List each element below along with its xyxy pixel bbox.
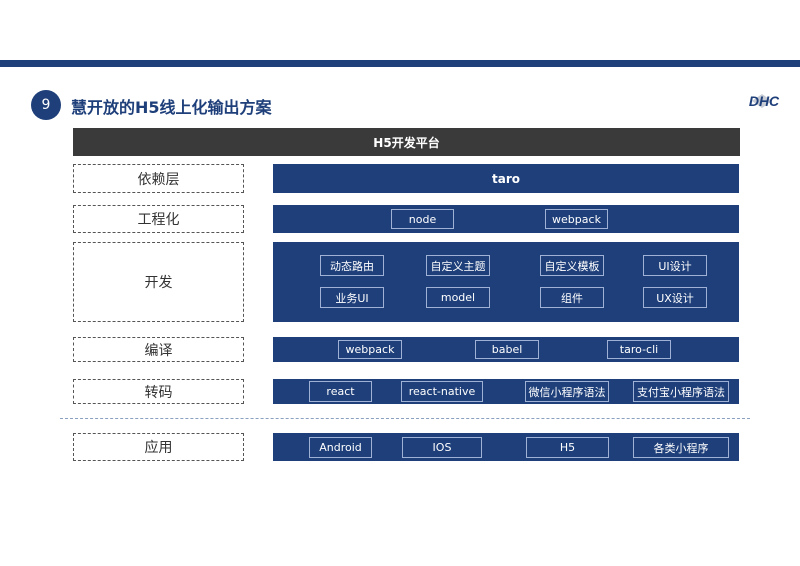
layer-panel-engineering <box>273 205 739 233</box>
chip-component: 组件 <box>540 287 604 308</box>
chip-custom-template: 自定义模板 <box>540 255 604 276</box>
section-number-badge: 9 <box>31 90 61 120</box>
dependency-main-label: taro <box>492 171 520 186</box>
chip-react: react <box>309 381 372 402</box>
chip-react-native: react-native <box>401 381 483 402</box>
logo-text: DHC <box>749 93 780 109</box>
chip-dynamic-routing: 动态路由 <box>320 255 384 276</box>
layer-label-development: 开发 <box>73 242 244 322</box>
chip-model: model <box>426 287 490 308</box>
chip-webpack: webpack <box>545 209 608 229</box>
section-divider <box>60 418 750 419</box>
chip-business-ui: 业务UI <box>320 287 384 308</box>
chip-ios: IOS <box>402 437 482 458</box>
layer-label-dependency: 依赖层 <box>73 164 244 193</box>
chip-taro-cli: taro-cli <box>607 340 671 359</box>
layer-panel-development <box>273 242 739 322</box>
dhc-logo: DHC <box>742 92 786 110</box>
layer-label-compile: 编译 <box>73 337 244 362</box>
platform-label: H5开发平台 <box>373 135 440 150</box>
chip-mini-programs: 各类小程序 <box>633 437 729 458</box>
chip-h5: H5 <box>526 437 609 458</box>
section-number: 9 <box>41 97 51 113</box>
chip-custom-theme: 自定义主题 <box>426 255 490 276</box>
layer-label-transcode: 转码 <box>73 379 244 404</box>
chip-webpack-compile: webpack <box>338 340 402 359</box>
chip-babel: babel <box>475 340 539 359</box>
chip-ux-design: UX设计 <box>643 287 707 308</box>
top-bar <box>0 60 800 67</box>
chip-android: Android <box>309 437 372 458</box>
layer-label-application: 应用 <box>73 433 244 461</box>
chip-alipay-mini-syntax: 支付宝小程序语法 <box>633 381 729 402</box>
layer-panel-dependency: taro <box>273 164 739 193</box>
chip-node: node <box>391 209 454 229</box>
platform-banner: H5开发平台 <box>73 128 740 156</box>
page-title: 慧开放的H5线上化输出方案 <box>71 98 272 117</box>
chip-ui-design: UI设计 <box>643 255 707 276</box>
chip-wechat-mini-syntax: 微信小程序语法 <box>525 381 609 402</box>
layer-label-engineering: 工程化 <box>73 205 244 233</box>
